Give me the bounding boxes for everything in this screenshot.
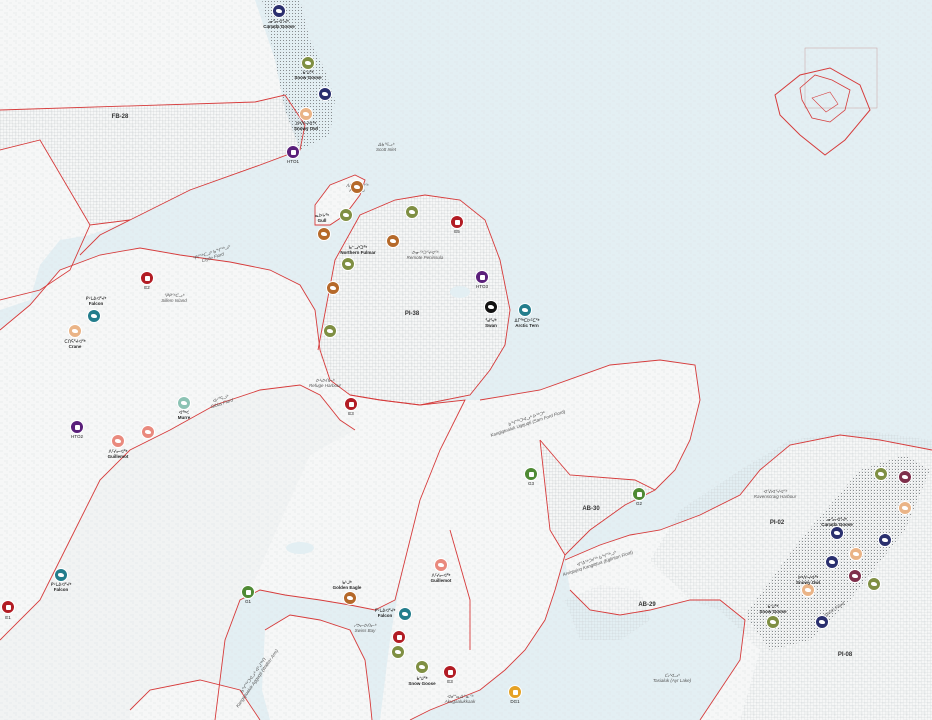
site-marker-e2[interactable] <box>140 271 154 285</box>
species-label-guillemot: ᐱᑦᓯᓕᐊᖅ Guillemot <box>107 449 129 459</box>
species-label-golden-eagle: ᑲᒡᒍᒃ Golden Eagle <box>332 580 362 590</box>
bird-marker-gull[interactable] <box>405 205 419 219</box>
site-marker-g1[interactable] <box>241 585 255 599</box>
area-label-pi38: PI-38 <box>404 311 420 317</box>
species-label-snowy-owl: ᐅᒃᐱᒡᔪᐊᖅ Snowy Owl <box>795 575 821 585</box>
bird-marker-arctic-tern[interactable] <box>518 303 532 317</box>
species-label-gull: ᓇᐅᔭᖅ Gull <box>315 213 329 223</box>
bird-marker-canada-goose[interactable] <box>318 87 332 101</box>
species-label-falcon: ᑭᒡᒐᕕᐊᕐᔪᒃ Falcon <box>85 296 107 306</box>
place-refuge-harbour: ᐅᓴᐅᑎᓕᒃ Refuge Harbour <box>308 378 342 388</box>
bird-marker-gull[interactable] <box>341 257 355 271</box>
bird-marker-canada-goose[interactable] <box>825 555 839 569</box>
bird-marker-snowy-owl[interactable] <box>801 583 815 597</box>
bird-marker-snow-goose[interactable] <box>415 660 429 674</box>
species-label-falcon: ᑭᒡᒐᕕᐊᕐᔪᒃ Falcon <box>374 608 396 618</box>
site-code-g2: G2 <box>635 501 643 506</box>
site-code-e3: E3 <box>348 411 354 416</box>
bird-marker-snowy-owl[interactable] <box>898 501 912 515</box>
bird-marker-falcon[interactable] <box>87 309 101 323</box>
bird-marker-fulmar[interactable] <box>326 281 340 295</box>
bird-marker-canada-goose[interactable] <box>830 526 844 540</box>
species-label-guillemot: ᐱᑦᓯᓕᐊᖅ Guillemot <box>430 573 452 583</box>
bird-marker-gull[interactable] <box>339 208 353 222</box>
site-code-hto1: HTO1 <box>287 159 299 164</box>
site-code-e3b: E3 <box>447 679 453 684</box>
species-label-crane: ᑕᑎᕋᕐᔪᐊᖅ Crane <box>64 339 86 349</box>
site-code-g1: G1 <box>244 599 252 604</box>
site-code-hto2: HTO2 <box>71 434 83 439</box>
place-remote-peninsula: ᐅᓂᖅᑐᕐᔪᐊᖅ Remote Peninsula <box>406 250 444 260</box>
base-map <box>0 0 932 720</box>
bird-marker-guillemot[interactable] <box>434 558 448 572</box>
bird-marker-falcon[interactable] <box>398 607 412 621</box>
site-code-e2: E2 <box>144 285 150 290</box>
area-label-pi08: PI-08 <box>837 652 853 658</box>
bird-marker-canada-goose[interactable] <box>878 533 892 547</box>
bird-marker-fulmar[interactable] <box>350 180 364 194</box>
site-code-hto3: HTO3 <box>476 284 488 289</box>
place-scott-inlet: ᐃᑲᕐᕋᓗᒃ Scott Inlet <box>375 142 397 152</box>
lake <box>286 542 314 554</box>
species-label-murre: ᐊᖅᐸ Murre <box>177 410 191 420</box>
bird-marker-murre[interactable] <box>177 396 191 410</box>
species-label-arctic-tern: ᐃᒥᖅᑕᐅᑦᑕᖅ Arctic Tern <box>514 318 540 328</box>
site-code-g3: G3 <box>527 481 535 486</box>
bird-marker-canada-goose[interactable] <box>272 4 286 18</box>
lake <box>450 286 470 298</box>
bird-marker-guillemot[interactable] <box>141 425 155 439</box>
species-label-northern-fulmar: ᑲᓪᓗᒃᑐᖅ Northern Fulmar <box>340 245 376 255</box>
site-marker-g3[interactable] <box>524 467 538 481</box>
bird-marker-fulmar[interactable] <box>386 234 400 248</box>
area-label-pi02: PI-02 <box>769 520 785 526</box>
species-label-canada-goose: ᓂᕐᓕᐊᕐᔪᒃ Canada Goose <box>821 517 853 527</box>
site-marker-dg1[interactable] <box>508 685 522 699</box>
bird-marker-crane[interactable] <box>68 324 82 338</box>
map-canvas[interactable]: FB-28 PI-38 AB-30 AB-29 PI-02 PI-08 ᐃᑲᕐᕋ… <box>0 0 932 720</box>
bird-marker-maroon[interactable] <box>848 569 862 583</box>
bird-marker-canada-goose[interactable] <box>815 615 829 629</box>
bird-marker-snow-goose[interactable] <box>391 645 405 659</box>
bird-marker-golden-eagle[interactable] <box>343 591 357 605</box>
site-marker-red[interactable] <box>392 630 406 644</box>
species-label-falcon: ᑭᒡᒐᕕᐊᕐᔪᒃ Falcon <box>50 582 72 592</box>
species-label-swan: ᖁᕐᔪᒃ Swan <box>485 318 497 328</box>
place-tasialuk: ᑕᓯᐊᓗᒃ Tasialuk (Ayr Lake) <box>652 673 692 683</box>
site-code-e1: E1 <box>5 615 11 620</box>
bird-marker-snow-goose[interactable] <box>874 467 888 481</box>
place-ravenscraig: ᐊᕐᕕᐊᕐᔪᐊᖅ Ravenscraig Harbour <box>753 489 797 499</box>
bird-marker-maroon[interactable] <box>898 470 912 484</box>
bird-marker-snow-goose[interactable] <box>867 577 881 591</box>
bird-marker-falcon[interactable] <box>54 568 68 582</box>
species-label-canada-goose: ᓂᕐᓕᐊᕐᔪᒃ Canada Goose <box>263 19 295 29</box>
place-sillem-island: ᕿᑭᖅᑕᓗᒃ Sillem Island <box>161 293 187 303</box>
bird-marker-snowy-owl[interactable] <box>849 547 863 561</box>
site-marker-g2[interactable] <box>632 487 646 501</box>
bird-marker-guillemot[interactable] <box>111 434 125 448</box>
site-marker-e3b[interactable] <box>443 665 457 679</box>
bird-marker-snow-goose[interactable] <box>766 615 780 629</box>
place-swiss-bay: ᓯᕗᓕᐅᑎᓕᒃ Swiss Bay <box>353 623 377 633</box>
area-label-fb28: FB-28 <box>111 114 129 120</box>
site-code-e5: E5 <box>454 229 460 234</box>
bird-marker-gull[interactable] <box>323 324 337 338</box>
bird-marker-fulmar[interactable] <box>317 227 331 241</box>
site-marker-hto3[interactable] <box>475 270 489 284</box>
species-label-snow-goose: ᑲᖑᖅ Snow Goose <box>759 604 787 614</box>
site-marker-hto1[interactable] <box>286 145 300 159</box>
bird-marker-snowy-owl[interactable] <box>299 107 313 121</box>
site-marker-e3[interactable] <box>344 397 358 411</box>
place-akugaalukkaak: ᐊᑯᓐᓇᐃᓐᓇᖅ Akugaalukkaak <box>444 694 476 704</box>
species-label-snowy-owl: ᐅᒃᐱᒡᔪᐊᖅ Snowy Owl <box>293 121 319 131</box>
bird-marker-snow-goose[interactable] <box>301 56 315 70</box>
bird-marker-swan[interactable] <box>484 300 498 314</box>
site-marker-e1[interactable] <box>1 600 15 614</box>
site-marker-hto2[interactable] <box>70 420 84 434</box>
area-label-ab29: AB-29 <box>638 602 656 608</box>
site-marker-e5[interactable] <box>450 215 464 229</box>
species-label-snow-goose: ᑲᖑᖅ Snow Goose <box>294 70 322 80</box>
area-label-ab30: AB-30 <box>582 506 600 512</box>
site-code-dg1: DG1 <box>510 699 520 704</box>
species-label-snow-goose: ᑲᖑᖅ Snow Goose <box>408 676 436 686</box>
